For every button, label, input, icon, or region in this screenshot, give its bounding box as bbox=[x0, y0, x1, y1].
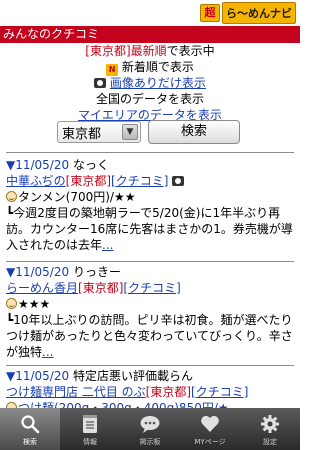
review-link[interactable]: [クチコミ] bbox=[123, 281, 180, 295]
top-bar: 超 ら〜めんナビ bbox=[0, 0, 300, 26]
entry-order: タンメン(700円)/★★ bbox=[6, 189, 296, 205]
entry-rating: ★★★ bbox=[18, 297, 51, 311]
tab-label: 設定 bbox=[263, 438, 277, 446]
logo-mark: 超 bbox=[200, 4, 220, 22]
tab-label: 検索 bbox=[23, 438, 37, 446]
divider bbox=[6, 261, 294, 262]
speech-bubble-icon bbox=[139, 414, 161, 434]
read-more-link[interactable]: ... bbox=[102, 238, 113, 252]
shop-link[interactable]: つけ麺専門店 二代目 のぶ bbox=[6, 385, 146, 399]
current-filter-row: [東京都]最新順で表示中 bbox=[0, 43, 300, 59]
page-header: みんなのクチコミ bbox=[0, 26, 300, 43]
entry-date[interactable]: ▼11/05/20 bbox=[6, 369, 69, 383]
entry-date[interactable]: ▼11/05/20 bbox=[6, 265, 69, 279]
entry-prefecture: [東京都] bbox=[145, 385, 192, 399]
tab-bar: 検索 情報 掲示板 MYページ 設定 bbox=[0, 408, 300, 450]
magnifier-icon bbox=[19, 414, 41, 434]
page-title: みんなのクチコミ bbox=[3, 27, 100, 41]
tab-label: MYページ bbox=[194, 438, 226, 446]
tab-settings[interactable]: 設定 bbox=[240, 408, 300, 450]
image-only-link[interactable]: 画像ありだけ表示 bbox=[110, 76, 206, 90]
entry-user: なっく bbox=[72, 158, 109, 172]
review-entry: ▼11/05/20 りっきー らーめん香月[東京都][クチコミ] ★★★ ┗10… bbox=[6, 264, 296, 360]
all-data-link[interactable]: 全国のデータを表示 bbox=[96, 92, 204, 106]
entry-body: ┗今週2度目の築地朝ラーで5/20(金)に1年半ぶり再訪。カウンター16席に先客… bbox=[6, 205, 296, 253]
entry-header: ▼11/05/20 なっく bbox=[6, 157, 296, 173]
camera-icon bbox=[172, 176, 185, 186]
tab-label: 掲示板 bbox=[139, 438, 161, 446]
entry-body-text: ┗今週2度目の築地朝ラーで5/20(金)に1年半ぶり再訪。カウンター16席に先客… bbox=[6, 206, 293, 252]
review-link[interactable]: [クチコミ] bbox=[111, 174, 168, 188]
shop-link[interactable]: らーめん香月 bbox=[6, 281, 78, 295]
image-only-row[interactable]: 画像ありだけ表示 bbox=[0, 75, 300, 91]
app-logo[interactable]: 超 ら〜めんナビ bbox=[200, 2, 296, 24]
chevron-down-icon: ▼ bbox=[122, 124, 138, 140]
tab-mypage[interactable]: MYページ bbox=[180, 408, 240, 450]
entry-body: ┗10年以上ぶりの訪問。ピリ辛は初食。麺が選べたりつけ麺があったりと色々変わって… bbox=[6, 312, 296, 360]
prefecture-select[interactable]: 東京都 ▼ bbox=[57, 121, 141, 143]
filter-controls: [東京都]最新順で表示中 N 新着順で表示 画像ありだけ表示 全国のデータを表示… bbox=[0, 43, 300, 123]
tab-info[interactable]: 情報 bbox=[60, 408, 120, 450]
face-icon bbox=[6, 191, 17, 202]
entry-shop-line: らーめん香月[東京都][クチコミ] bbox=[6, 280, 296, 296]
new-order-link[interactable]: 新着順で表示 bbox=[122, 60, 194, 74]
review-entry: ▼11/05/20 なっく 中華ふぢの[東京都][クチコミ] タンメン(700円… bbox=[6, 157, 296, 253]
new-order-row[interactable]: N 新着順で表示 bbox=[0, 59, 300, 76]
shop-link[interactable]: 中華ふぢの bbox=[6, 174, 66, 188]
entry-prefecture: [東京都] bbox=[78, 281, 124, 295]
logo-text: ら〜めんナビ bbox=[222, 2, 296, 24]
divider bbox=[6, 365, 294, 366]
divider bbox=[6, 152, 294, 153]
entry-order: ★★★ bbox=[6, 296, 296, 312]
tab-search[interactable]: 検索 bbox=[0, 408, 60, 450]
review-link[interactable]: [クチコミ] bbox=[191, 385, 248, 399]
entry-shop-line: つけ麺専門店 二代目 のぶ[東京都][クチコミ] bbox=[6, 384, 296, 400]
current-filter-suffix: で表示中 bbox=[166, 44, 215, 58]
entry-user: 特定店悪い評価載らん bbox=[72, 369, 193, 383]
current-filter: [東京都]最新順 bbox=[85, 44, 167, 58]
prefecture-select-value: 東京都 bbox=[62, 126, 102, 142]
camera-icon bbox=[94, 78, 107, 88]
entry-header: ▼11/05/20 特定店悪い評価載らん bbox=[6, 368, 296, 384]
entry-order-text: タンメン(700円)/★★ bbox=[18, 190, 136, 204]
entry-shop-line: 中華ふぢの[東京都][クチコミ] bbox=[6, 173, 296, 189]
tab-board[interactable]: 掲示板 bbox=[120, 408, 180, 450]
entry-date[interactable]: ▼11/05/20 bbox=[6, 158, 69, 172]
face-icon bbox=[6, 298, 17, 309]
search-button[interactable]: 検索 bbox=[148, 120, 240, 144]
heart-icon bbox=[199, 414, 221, 434]
entry-prefecture: [東京都] bbox=[65, 174, 112, 188]
entry-user: りっきー bbox=[72, 265, 121, 279]
all-data-row[interactable]: 全国のデータを表示 bbox=[0, 91, 300, 107]
read-more-link[interactable]: ... bbox=[42, 345, 53, 359]
entry-header: ▼11/05/20 りっきー bbox=[6, 264, 296, 280]
tab-label: 情報 bbox=[83, 438, 97, 446]
notepad-icon bbox=[79, 414, 101, 434]
gear-icon bbox=[259, 414, 281, 434]
